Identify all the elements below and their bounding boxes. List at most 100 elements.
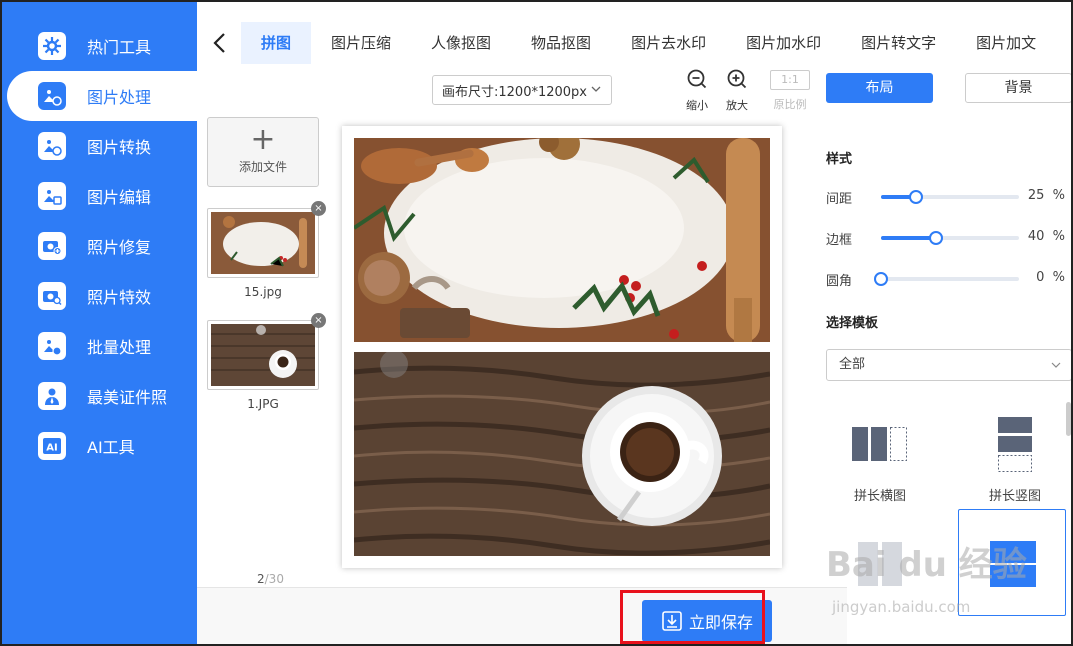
slider-label: 间距 [826,192,853,207]
slider-value: 25 % [1027,188,1065,203]
sidebar-item-photo-repair[interactable]: 照片修复 [2,221,197,271]
sidebar-item-id-photo[interactable]: 最美证件照 [2,371,197,421]
sidebar-item-label: 照片修复 [87,238,152,257]
tab-portrait-cutout[interactable]: 人像抠图 [411,22,511,64]
red-highlight-box [620,590,765,644]
sidebar-item-label: AI工具 [87,438,135,457]
sidebar-item-batch[interactable]: 批量处理 [2,321,197,371]
sidebar-item-image-processing[interactable]: 图片处理 [7,71,197,121]
flour-baking-photo [354,138,770,342]
tab-add-text[interactable]: 图片加文 [956,22,1056,64]
tab-compress[interactable]: 图片压缩 [311,22,411,64]
remove-file-icon[interactable]: × [311,313,326,328]
canvas-size-value: 画布尺寸:1200*1200px [442,84,587,100]
original-ratio-button[interactable]: 1:1 原比例 [770,68,810,112]
canvas-photo-flour[interactable] [354,138,770,342]
coffee-cup-photo [354,352,770,556]
template-vertical[interactable]: 拼长竖图 [977,417,1053,504]
sidebar-item-label: 热门工具 [87,38,152,57]
tab-puzzle[interactable]: 拼图 [241,22,312,64]
puzzle-canvas[interactable] [342,126,782,568]
image-clock-icon [38,82,66,110]
zoom-in-button[interactable]: 放大 [717,68,757,113]
sidebar: 热门工具 图片处理 图片转换 图片编辑 照片修复 照片特效 批量处理 最美证件照… [2,2,197,644]
zoom-in-label: 放大 [726,99,748,112]
layout-button[interactable]: 布局 [826,73,933,103]
panel-scrollbar[interactable] [1066,402,1071,436]
template-section-title: 选择模板 [826,316,879,331]
sidebar-item-hot-tools[interactable]: 热门工具 [2,21,197,71]
chevron-left-icon [213,33,225,53]
slider-track[interactable] [881,190,1019,204]
sidebar-item-label: 图片编辑 [87,188,152,207]
zoom-out-label: 缩小 [686,99,708,112]
tab-remove-watermark[interactable]: 图片去水印 [611,22,726,64]
file-thumbnail-1[interactable]: × [207,201,326,278]
vertical-layout-icon [998,417,1032,472]
canvas-photo-coffee[interactable] [354,352,770,556]
file-count-total: /30 [264,572,284,586]
slider-value: 0 % [1036,270,1065,285]
plus-icon: + [250,122,276,157]
chevron-down-icon [591,86,601,92]
zoom-out-button[interactable]: 缩小 [677,68,717,113]
file-count: 2/30 [257,572,284,586]
flour-thumbnail-image [211,212,315,274]
chevron-down-icon [1051,362,1061,368]
tool-tabs: 拼图 图片压缩 人像抠图 物品抠图 图片去水印 图片加水印 图片转文字 图片加文 [197,22,1071,64]
app-window: 热门工具 图片处理 图片转换 图片编辑 照片修复 照片特效 批量处理 最美证件照… [0,0,1073,646]
sidebar-item-image-convert[interactable]: 图片转换 [2,121,197,171]
template-filter-select[interactable]: 全部 [826,349,1071,381]
add-file-button[interactable]: + 添加文件 [207,117,319,187]
add-file-label: 添加文件 [238,160,287,174]
sidebar-item-label: 最美证件照 [87,388,168,407]
sidebar-item-label: 批量处理 [87,338,152,357]
zoom-out-icon [687,69,707,89]
image-edit-icon [38,182,66,210]
slider-handle[interactable] [929,231,944,245]
sidebar-item-ai-tools[interactable]: AI AI工具 [2,421,197,471]
ratio-badge: 1:1 [770,70,810,90]
border-slider[interactable]: 边框 40 % [826,227,1071,248]
template-horizontal[interactable]: 拼长横图 [842,427,918,504]
slider-handle[interactable] [908,190,923,204]
image-batch-icon [38,332,66,360]
slider-fill [881,236,937,240]
slider-value: 40 % [1027,229,1065,244]
sidebar-item-label: 图片转换 [87,138,152,157]
template-filter-value: 全部 [839,357,866,372]
coffee-thumbnail-image [211,324,315,386]
file-name: 1.JPG [247,397,279,411]
spacing-slider[interactable]: 间距 25 % [826,186,1071,207]
camera-search-icon [38,282,66,310]
file-thumbnail-2[interactable]: × [207,313,326,390]
remove-file-icon[interactable]: × [311,201,326,216]
slider-label: 圆角 [826,274,853,289]
style-section-title: 样式 [826,152,853,167]
slider-track[interactable] [874,272,1019,286]
back-button[interactable] [197,22,241,64]
baidu-watermark-url: jingyan.baidu.com [832,598,971,616]
tab-image-to-text[interactable]: 图片转文字 [841,22,956,64]
horizontal-layout-icon [852,427,907,461]
sidebar-item-image-edit[interactable]: 图片编辑 [2,171,197,221]
template-label: 拼长横图 [853,489,906,504]
file-name: 15.jpg [244,285,282,299]
image-convert-icon [38,132,66,160]
file-count-current: 2 [257,572,265,586]
slider-track[interactable] [881,231,1019,245]
ai-icon: AI [38,432,66,460]
sidebar-item-photo-effects[interactable]: 照片特效 [2,271,197,321]
corner-radius-slider[interactable]: 圆角 0 % [826,268,1071,289]
slider-handle[interactable] [874,272,888,286]
slider-label: 边框 [826,233,853,248]
gear-icon [38,32,66,60]
camera-plus-icon [38,232,66,260]
zoom-in-icon [727,69,747,89]
svg-text:AI: AI [46,443,57,454]
sidebar-item-label: 照片特效 [87,288,152,307]
tab-add-watermark[interactable]: 图片加水印 [726,22,841,64]
background-button[interactable]: 背景 [965,73,1071,103]
canvas-size-select[interactable]: 画布尺寸:1200*1200px [432,75,612,105]
tab-object-cutout[interactable]: 物品抠图 [511,22,611,64]
